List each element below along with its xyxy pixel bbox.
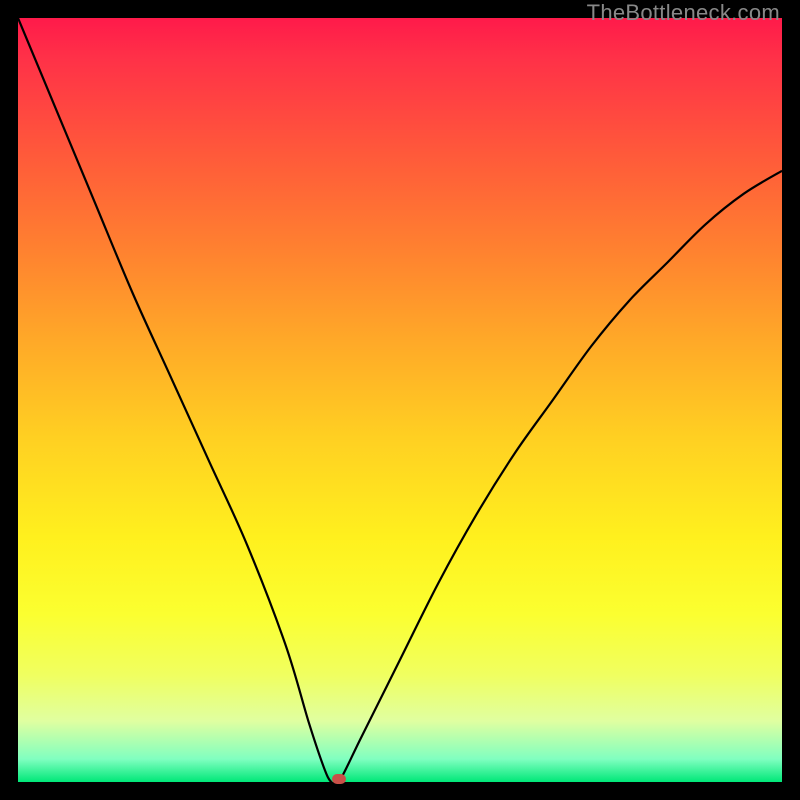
plot-area: [18, 18, 782, 782]
watermark-text: TheBottleneck.com: [587, 0, 780, 26]
bottleneck-curve: [18, 18, 782, 782]
chart-container: TheBottleneck.com: [0, 0, 800, 800]
minimum-marker: [332, 774, 346, 784]
